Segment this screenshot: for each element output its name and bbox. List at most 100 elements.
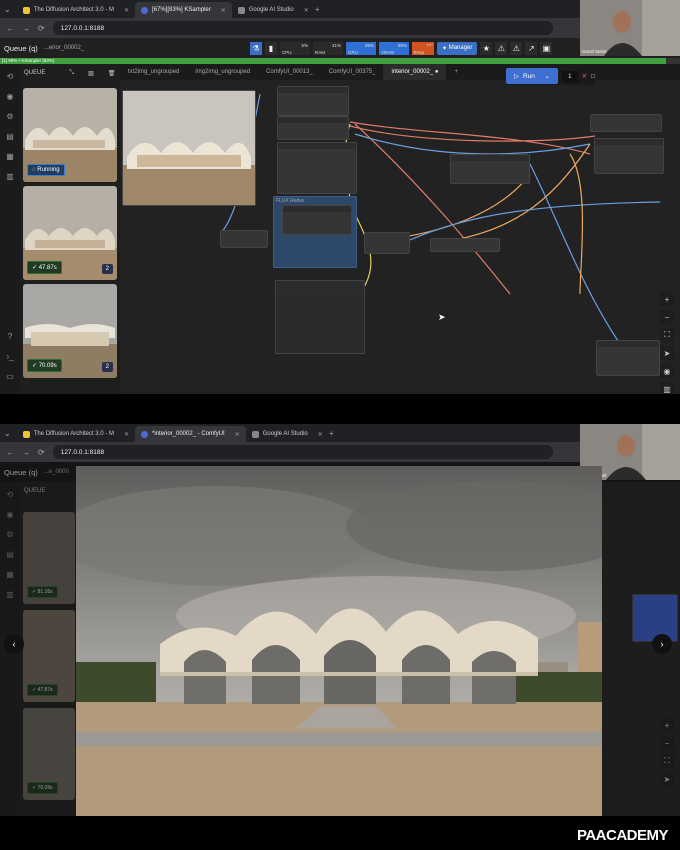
graph-node[interactable] [590, 114, 662, 132]
queue-item[interactable]: ✓ 47.87s [23, 610, 75, 702]
run-button[interactable]: ▷ Run ⌄ [506, 68, 558, 84]
progress-label: [1] 98% • KSampler (83%) [2, 58, 55, 63]
settings-icon[interactable]: ▭ [6, 372, 14, 381]
graph-node[interactable] [277, 86, 349, 116]
toggle-links-icon[interactable]: ◉ [660, 364, 674, 378]
fit-view-icon[interactable]: ⛶ [660, 754, 674, 768]
node-library-icon[interactable]: ⚙ [6, 530, 13, 539]
share-icon[interactable]: ↗ [525, 41, 538, 55]
close-tab-icon[interactable]: ✕ [124, 431, 129, 438]
image-preview-node[interactable] [122, 90, 256, 206]
help-icon[interactable]: ? [8, 332, 12, 341]
node-graph-canvas[interactable]: txt2img_ungrouped img2img_ungrouped Comf… [120, 64, 680, 394]
queue-item-running[interactable]: ◌ Running [23, 88, 117, 182]
model-library-icon[interactable]: ▤ [6, 132, 14, 141]
fit-view-icon[interactable]: ⛶ [660, 328, 674, 342]
window-icon[interactable]: ▣ [540, 41, 553, 55]
image-icon[interactable]: ▦ [6, 152, 14, 161]
url-field[interactable]: 127.0.0.1:8188 [52, 445, 553, 459]
url-text: 127.0.0.1:8188 [60, 448, 105, 456]
queue-header: QUEUE [20, 482, 76, 500]
graph-node[interactable] [277, 142, 357, 194]
minimap-icon[interactable]: ▥ [660, 382, 674, 394]
back-icon[interactable]: ← [6, 448, 14, 457]
workflow-breadcrumb[interactable]: ...e_0000 [44, 469, 69, 475]
queue-button[interactable]: Queue (q) [4, 468, 38, 477]
close-tab-icon[interactable]: ✕ [235, 431, 240, 438]
queue-icon[interactable]: ⟲ [7, 490, 14, 499]
zoom-out-icon[interactable]: − [660, 736, 674, 750]
workflows-icon[interactable]: ▥ [6, 590, 14, 599]
terminal-icon[interactable]: ›_ [6, 352, 13, 361]
graph-node[interactable] [450, 154, 530, 184]
tab-list-icon[interactable]: ⌄ [4, 5, 11, 14]
graph-node[interactable] [277, 116, 349, 140]
queue-item-completed[interactable]: ✓ 47.87s 2 [23, 186, 117, 280]
zoom-in-icon[interactable]: + [660, 292, 674, 306]
select-mode-icon[interactable]: ➤ [660, 346, 674, 360]
duration-badge: ✓ 47.87s [27, 261, 62, 274]
browser-tab-course[interactable]: The Diffusion Architect 3.0 - M ✕ [17, 426, 135, 442]
graph-node[interactable] [596, 340, 660, 376]
browser-tab-course[interactable]: The Diffusion Architect 3.0 - M ✕ [17, 2, 135, 18]
model-library-icon[interactable]: ▤ [6, 550, 14, 559]
gallery-icon[interactable]: ▨ [88, 70, 94, 77]
graph-node[interactable] [282, 205, 352, 235]
flux-redux-group[interactable]: FLUX Redux [273, 196, 357, 268]
forward-icon[interactable]: → [22, 24, 30, 33]
batch-count-input[interactable]: 1 [562, 70, 578, 82]
eye-icon[interactable]: ◉ [7, 92, 14, 101]
graph-node[interactable] [364, 232, 410, 254]
queue-item[interactable]: ✓ 81.16s [23, 512, 75, 604]
collapse-icon[interactable]: ⤡ [69, 70, 74, 77]
bookmark-icon[interactable]: ▮ [265, 41, 277, 55]
zoom-in-icon[interactable]: + [660, 718, 674, 732]
manager-button[interactable]: ✦ Manager [437, 41, 478, 55]
close-tab-icon[interactable]: ✕ [304, 7, 309, 14]
graph-node[interactable] [430, 238, 500, 252]
queue-button[interactable]: Queue (q) [4, 44, 38, 53]
forward-icon[interactable]: → [22, 448, 30, 457]
preview-node[interactable] [632, 594, 678, 642]
url-text: 127.0.0.1:8188 [60, 24, 105, 32]
workflow-breadcrumb[interactable]: ...erior_00002_ [44, 45, 84, 51]
close-tab-icon[interactable]: ✕ [221, 7, 226, 14]
close-tab-icon[interactable]: ✕ [124, 7, 129, 14]
new-tab-icon[interactable]: + [315, 5, 320, 14]
image-icon[interactable]: ▦ [6, 570, 14, 579]
node-library-icon[interactable]: ⚙ [6, 112, 13, 121]
eye-icon[interactable]: ◉ [7, 510, 14, 519]
browser-tab-comfyui[interactable]: *interior_00002_ - ComfyUI ✕ [135, 426, 246, 442]
url-field[interactable]: 127.0.0.1:8188 [52, 21, 553, 35]
graph-node[interactable] [594, 138, 664, 174]
graph-node[interactable] [275, 280, 365, 354]
browser-tabbar: ⌄ The Diffusion Architect 3.0 - M ✕ [67%… [0, 0, 680, 18]
cancel-icon[interactable]: ✕ [582, 72, 587, 80]
previous-image-button[interactable]: ‹ [4, 634, 24, 654]
warning-icon[interactable]: ⚠ [495, 41, 508, 55]
reload-icon[interactable]: ⟳ [38, 448, 45, 457]
warning-icon[interactable]: ⚠ [510, 41, 523, 55]
star-icon[interactable]: ★ [480, 41, 493, 55]
graph-node[interactable] [220, 230, 268, 248]
new-tab-icon[interactable]: + [329, 429, 334, 438]
back-icon[interactable]: ← [6, 24, 14, 33]
close-tab-icon[interactable]: ✕ [318, 431, 323, 438]
stop-icon[interactable]: □ [591, 73, 595, 80]
next-image-button[interactable]: › [652, 634, 672, 654]
browser-tab-ai-studio[interactable]: Google AI Studio ✕ [246, 426, 329, 442]
trash-icon[interactable]: 🗑 [108, 70, 116, 77]
zoom-out-icon[interactable]: − [660, 310, 674, 324]
workflows-icon[interactable]: ▥ [6, 172, 14, 181]
run-control: ▷ Run ⌄ 1 ✕ □ [506, 67, 596, 85]
browser-tab-comfyui[interactable]: [67%][83%] KSampler ✕ [135, 2, 232, 18]
browser-tab-ai-studio[interactable]: Google AI Studio ✕ [232, 2, 315, 18]
queue-item[interactable]: ✓ 70.09s [23, 708, 75, 800]
canvas-toolbar: + − ⛶ ➤ [660, 718, 674, 786]
reload-icon[interactable]: ⟳ [38, 24, 45, 33]
comfy-logo-icon[interactable]: ⚗ [250, 41, 262, 55]
queue-icon[interactable]: ⟲ [7, 72, 14, 81]
tab-list-icon[interactable]: ⌄ [4, 429, 11, 438]
queue-item-completed[interactable]: ✓ 70.09s 2 [23, 284, 117, 378]
select-mode-icon[interactable]: ➤ [660, 772, 674, 786]
